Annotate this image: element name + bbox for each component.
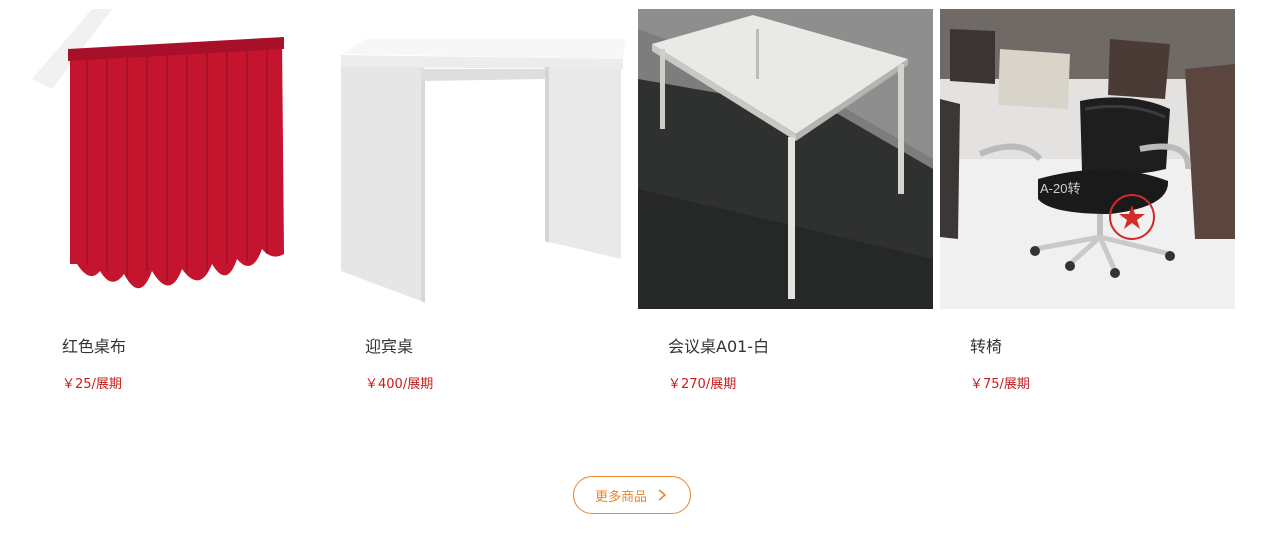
white-meeting-table-image: [638, 9, 933, 309]
product-price: ￥270/展期: [668, 377, 737, 392]
chair-model-label: A-20转: [1040, 181, 1080, 196]
product-card-swivel-chair[interactable]: A-20转 转椅 ￥75/展期: [940, 9, 1235, 409]
product-price: ￥25/展期: [62, 377, 122, 392]
product-name[interactable]: 红色桌布: [62, 335, 126, 359]
product-grid: 红色桌布 ￥25/展期 迎宾桌 ￥400/展期 会议桌A01-白 ￥270/展期…: [32, 9, 1235, 409]
red-tablecloth-image: [32, 9, 327, 309]
more-products-label: 更多商品: [594, 489, 647, 505]
product-image-meeting-table[interactable]: [638, 9, 933, 309]
product-name[interactable]: 迎宾桌: [365, 335, 413, 359]
more-products-button[interactable]: 更多商品: [573, 476, 691, 514]
product-name[interactable]: 转椅: [970, 335, 1002, 359]
product-card-reception-table[interactable]: 迎宾桌 ￥400/展期: [335, 9, 630, 409]
swivel-chair-image: A-20转: [940, 9, 1235, 309]
product-card-meeting-table[interactable]: 会议桌A01-白 ￥270/展期: [638, 9, 933, 409]
product-image-swivel-chair[interactable]: A-20转: [940, 9, 1235, 309]
product-price: ￥400/展期: [365, 377, 434, 392]
product-card-red-tablecloth[interactable]: 红色桌布 ￥25/展期: [32, 9, 327, 409]
product-price: ￥75/展期: [970, 377, 1030, 392]
white-reception-table-image: [335, 9, 630, 309]
product-image-red-tablecloth[interactable]: [32, 9, 327, 309]
chevron-right-icon: [655, 488, 669, 502]
product-image-reception-table[interactable]: [335, 9, 630, 309]
product-name[interactable]: 会议桌A01-白: [668, 335, 769, 359]
